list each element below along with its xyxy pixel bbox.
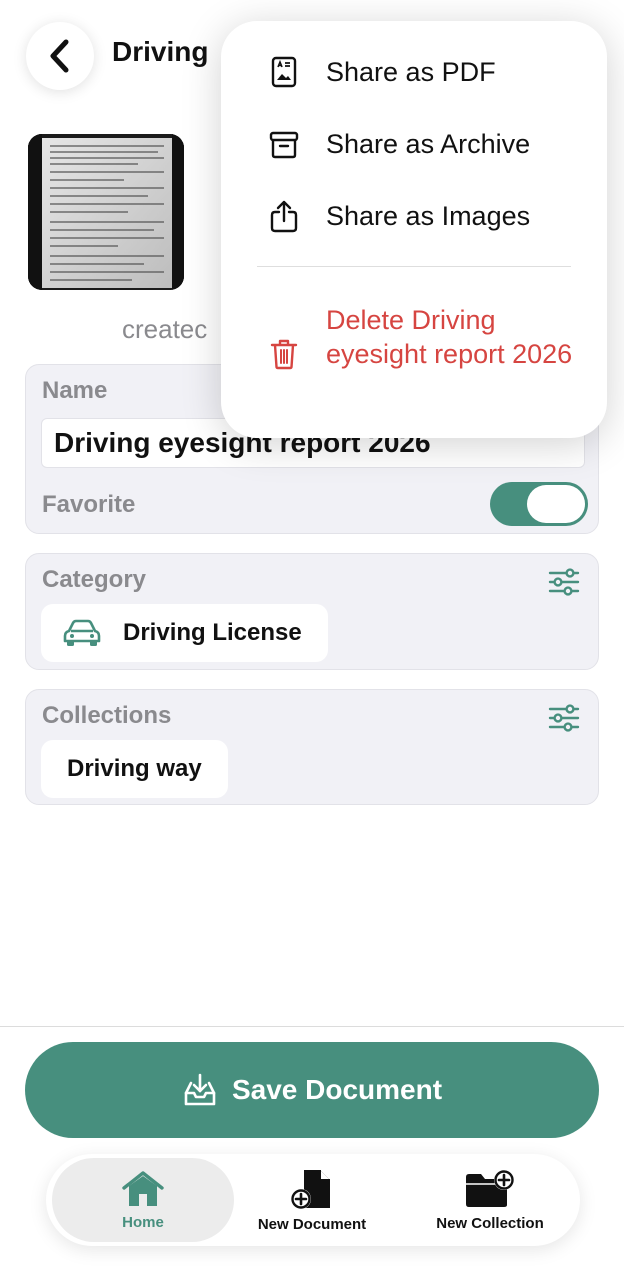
collections-label: Collections [42, 702, 172, 729]
menu-item-share-archive[interactable]: Share as Archive [221, 127, 607, 161]
favorite-label: Favorite [42, 491, 136, 518]
sliders-icon[interactable] [548, 704, 580, 732]
tab-home-label: Home [122, 1213, 164, 1231]
category-chip-label: Driving License [123, 619, 302, 646]
page-title: Driving [112, 36, 209, 67]
save-document-button[interactable]: Save Document [25, 1042, 599, 1138]
category-card: Category Driving License [25, 553, 599, 670]
tab-new-document[interactable]: New Document [242, 1158, 382, 1242]
menu-item-delete-label[interactable]: Delete Driving eyesight report 2026 [326, 303, 576, 371]
menu-item-share-images[interactable]: Share as Images [221, 199, 607, 233]
save-document-label: Save Document [231, 1074, 443, 1105]
back-button[interactable] [26, 22, 94, 90]
tab-new-document-label: New Document [257, 1215, 367, 1233]
category-chip[interactable]: Driving License [41, 604, 328, 662]
tab-new-collection[interactable]: New Collection [416, 1158, 564, 1242]
new-folder-icon [466, 1169, 514, 1207]
collection-chip-label: Driving way [67, 755, 202, 782]
menu-separator [257, 266, 571, 267]
chevron-left-icon [50, 39, 69, 73]
menu-item-share-pdf[interactable]: Share as PDF [221, 55, 607, 89]
category-label: Category [42, 566, 147, 593]
menu-item-share-archive-label: Share as Archive [326, 129, 531, 159]
share-context-menu: Share as PDF Share as Archive Share as I… [221, 21, 607, 438]
name-label: Name [42, 377, 108, 404]
toggle-knob [527, 485, 585, 523]
created-date-text: createc [122, 314, 208, 344]
pdf-document-icon [269, 55, 299, 89]
share-icon [269, 199, 299, 233]
favorite-toggle[interactable] [490, 482, 588, 526]
sliders-icon[interactable] [548, 568, 580, 596]
archive-box-icon [269, 127, 299, 161]
collections-card: Collections Driving way [25, 689, 599, 805]
document-thumbnail[interactable] [28, 134, 184, 290]
document-scan-image [28, 134, 184, 290]
menu-item-share-images-label: Share as Images [326, 201, 531, 231]
bottom-tab-bar: Home New Document New Collection [46, 1154, 580, 1246]
menu-item-share-pdf-label: Share as PDF [326, 57, 496, 87]
collection-chip[interactable]: Driving way [41, 740, 228, 798]
bottom-divider [0, 1026, 624, 1027]
tray-download-icon [184, 1073, 216, 1106]
tab-new-collection-label: New Collection [436, 1214, 544, 1232]
tab-home[interactable]: Home [52, 1158, 234, 1242]
car-icon [63, 619, 101, 646]
new-document-icon [291, 1169, 330, 1209]
trash-icon [269, 337, 299, 371]
home-icon [122, 1170, 164, 1206]
